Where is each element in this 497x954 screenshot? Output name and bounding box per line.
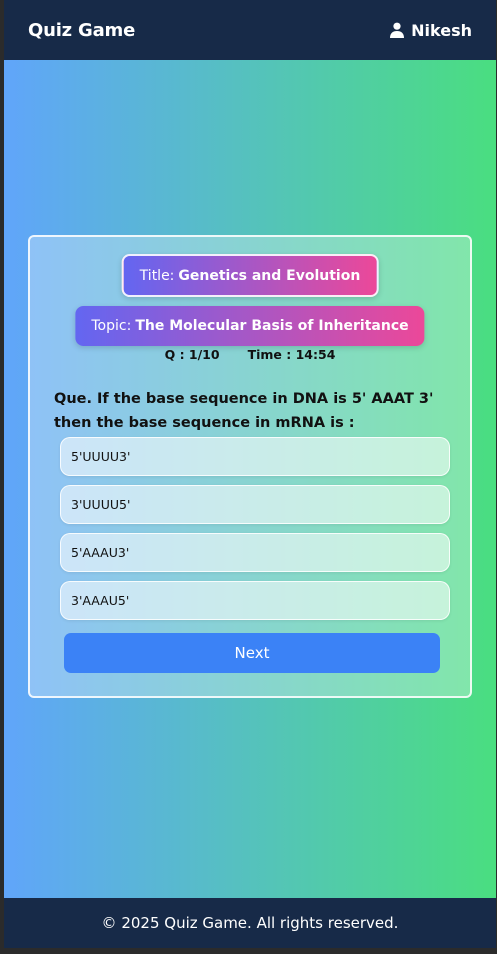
question-progress: Q : 1/10: [164, 347, 220, 362]
quiz-meta: Q : 1/10 Time : 14:54: [30, 347, 470, 362]
brand-title[interactable]: Quiz Game: [28, 20, 135, 41]
app-frame: Quiz Game Nikesh Title: Genetics and Evo…: [4, 0, 496, 948]
question-text: Que. If the base sequence in DNA is 5' A…: [54, 391, 434, 431]
navbar: Quiz Game Nikesh: [4, 0, 496, 60]
quiz-timer: Time : 14:54: [247, 347, 336, 362]
quiz-title-badge: Title: Genetics and Evolution: [121, 254, 379, 297]
answer-option[interactable]: 3'UUUU5': [60, 485, 450, 524]
title-value: Genetics and Evolution: [178, 267, 361, 284]
topic-label: Topic:: [91, 318, 132, 334]
answer-option[interactable]: 5'AAAU3': [60, 533, 450, 572]
title-label: Title:: [139, 267, 175, 284]
footer: © 2025 Quiz Game. All rights reserved.: [4, 898, 496, 948]
answer-option[interactable]: 3'AAAU5': [60, 581, 450, 620]
quiz-topic-badge: Topic: The Molecular Basis of Inheritanc…: [75, 306, 425, 346]
footer-copyright: © 2025 Quiz Game. All rights reserved.: [101, 914, 399, 932]
username: Nikesh: [411, 20, 472, 40]
user-icon: [389, 22, 405, 38]
main-area: Title: Genetics and Evolution Topic: The…: [4, 60, 496, 898]
topic-value: The Molecular Basis of Inheritance: [135, 318, 409, 334]
quiz-card: Title: Genetics and Evolution Topic: The…: [28, 235, 472, 698]
answer-option[interactable]: 5'UUUU3': [60, 437, 450, 476]
user-menu[interactable]: Nikesh: [389, 21, 472, 40]
next-button[interactable]: Next: [64, 633, 440, 673]
